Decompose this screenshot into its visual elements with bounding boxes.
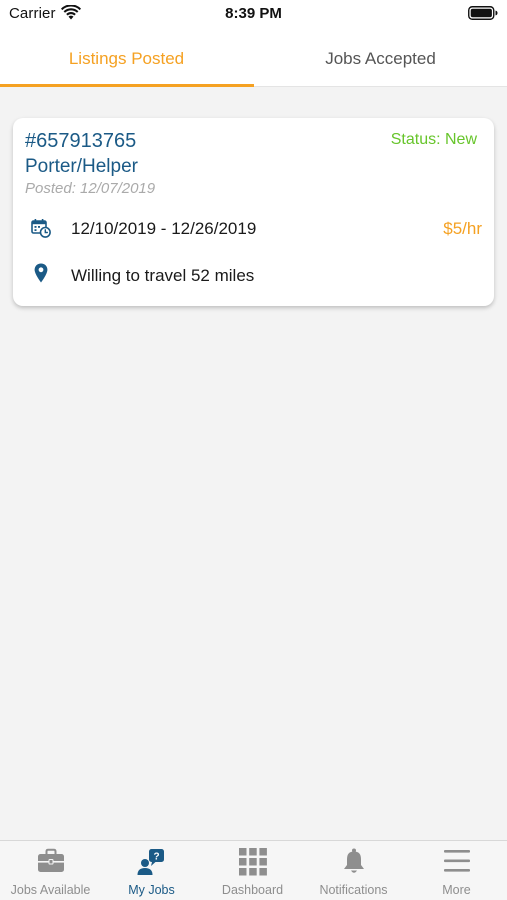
listing-tabs: Listings Posted Jobs Accepted: [0, 30, 507, 87]
tab-notifications-label: Notifications: [319, 883, 388, 897]
job-id: #657913765: [25, 130, 137, 152]
bottom-tab-bar: Jobs Available ? My Jobs Dashboard Notif…: [0, 840, 507, 900]
posted-label: Posted:: [25, 180, 76, 197]
job-title: Porter/Helper: [25, 156, 138, 177]
status-bar: Carrier 8:39 PM: [0, 0, 507, 30]
tab-my-jobs[interactable]: ? My Jobs: [101, 841, 202, 900]
tab-notifications[interactable]: Notifications: [303, 841, 404, 900]
tab-my-jobs-label: My Jobs: [128, 883, 175, 897]
tab-dashboard[interactable]: Dashboard: [202, 841, 303, 900]
bell-icon: [343, 848, 364, 873]
tab-dashboard-label: Dashboard: [221, 883, 284, 897]
tab-jobs-available-label: Jobs Available: [10, 883, 91, 897]
active-tab-indicator: [0, 84, 254, 87]
clock-time: 8:39 PM: [225, 5, 282, 22]
job-listing-card[interactable]: #657913765 Status: New Porter/Helper Pos…: [13, 118, 494, 306]
status-badge: Status: New: [390, 131, 477, 148]
tab-more-label: More: [442, 883, 471, 897]
tab-jobs-accepted[interactable]: Jobs Accepted: [254, 30, 507, 87]
map-pin-icon: [34, 263, 48, 283]
posted-info: Posted: 12/07/2019: [25, 180, 155, 197]
briefcase-icon: [37, 848, 64, 872]
tab-listings-posted-label: Listings Posted: [68, 48, 185, 68]
posted-date: 12/07/2019: [80, 180, 156, 197]
tab-jobs-accepted-label: Jobs Accepted: [325, 48, 436, 68]
travel-distance: Willing to travel 52 miles: [71, 266, 255, 285]
calendar-clock-icon: [31, 219, 51, 238]
svg-text:?: ?: [153, 852, 159, 863]
grid-icon: [238, 848, 267, 876]
menu-icon: [443, 850, 470, 872]
tab-more[interactable]: More: [406, 841, 507, 900]
tab-jobs-available[interactable]: Jobs Available: [0, 841, 101, 900]
pay-rate: $5/hr: [443, 219, 482, 238]
tab-listings-posted[interactable]: Listings Posted: [0, 30, 253, 87]
date-range: 12/10/2019 - 12/26/2019: [71, 219, 257, 238]
worker-question-icon: ?: [137, 849, 164, 875]
battery-icon: [468, 6, 498, 20]
